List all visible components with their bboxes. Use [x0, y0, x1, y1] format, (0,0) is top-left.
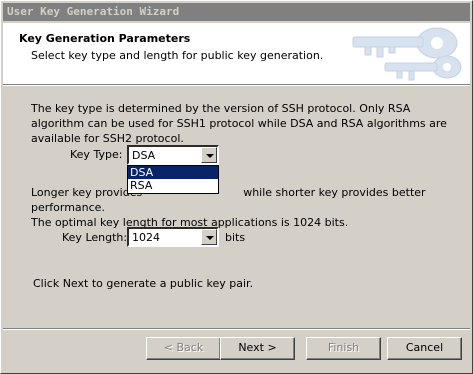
- key-length-description-line2: The optimal key length for most applicat…: [31, 216, 349, 229]
- page-title: Key Generation Parameters: [19, 32, 191, 45]
- wizard-header: Key Generation Parameters Select key typ…: [3, 23, 470, 84]
- footer-divider: [3, 328, 470, 330]
- chevron-down-icon[interactable]: [201, 147, 217, 163]
- header-divider: [3, 84, 470, 86]
- key-length-description: Longer key provides while shorter key pro…: [31, 185, 456, 230]
- key-length-value: 1024: [132, 231, 160, 244]
- dropdown-option-rsa[interactable]: RSA: [128, 179, 218, 192]
- next-hint-text: Click Next to generate a public key pair…: [33, 277, 254, 290]
- finish-button[interactable]: Finish: [306, 337, 381, 360]
- title-bar[interactable]: User Key Generation Wizard: [3, 3, 470, 21]
- key-length-label: Key Length:: [62, 231, 128, 244]
- key-length-unit: bits: [225, 231, 246, 244]
- dropdown-option-dsa[interactable]: DSA: [128, 166, 218, 179]
- cancel-button[interactable]: Cancel: [387, 337, 462, 360]
- key-type-label: Key Type:: [70, 148, 123, 161]
- key-type-select[interactable]: DSA: [127, 145, 219, 165]
- key-length-description-line1: Longer key provides while shorter key pro…: [31, 186, 426, 214]
- wizard-window: User Key Generation Wizard Key Generatio…: [0, 0, 473, 374]
- keys-watermark-icon: [352, 27, 462, 81]
- key-length-select[interactable]: 1024: [127, 227, 219, 247]
- back-button[interactable]: < Back: [146, 337, 221, 360]
- key-type-dropdown-list[interactable]: DSA RSA: [127, 165, 219, 194]
- key-type-value: DSA: [132, 149, 156, 162]
- next-button[interactable]: Next >: [220, 337, 295, 360]
- page-subtitle: Select key type and length for public ke…: [31, 49, 324, 62]
- chevron-down-icon[interactable]: [201, 229, 217, 245]
- key-type-description: The key type is determined by the versio…: [31, 102, 447, 145]
